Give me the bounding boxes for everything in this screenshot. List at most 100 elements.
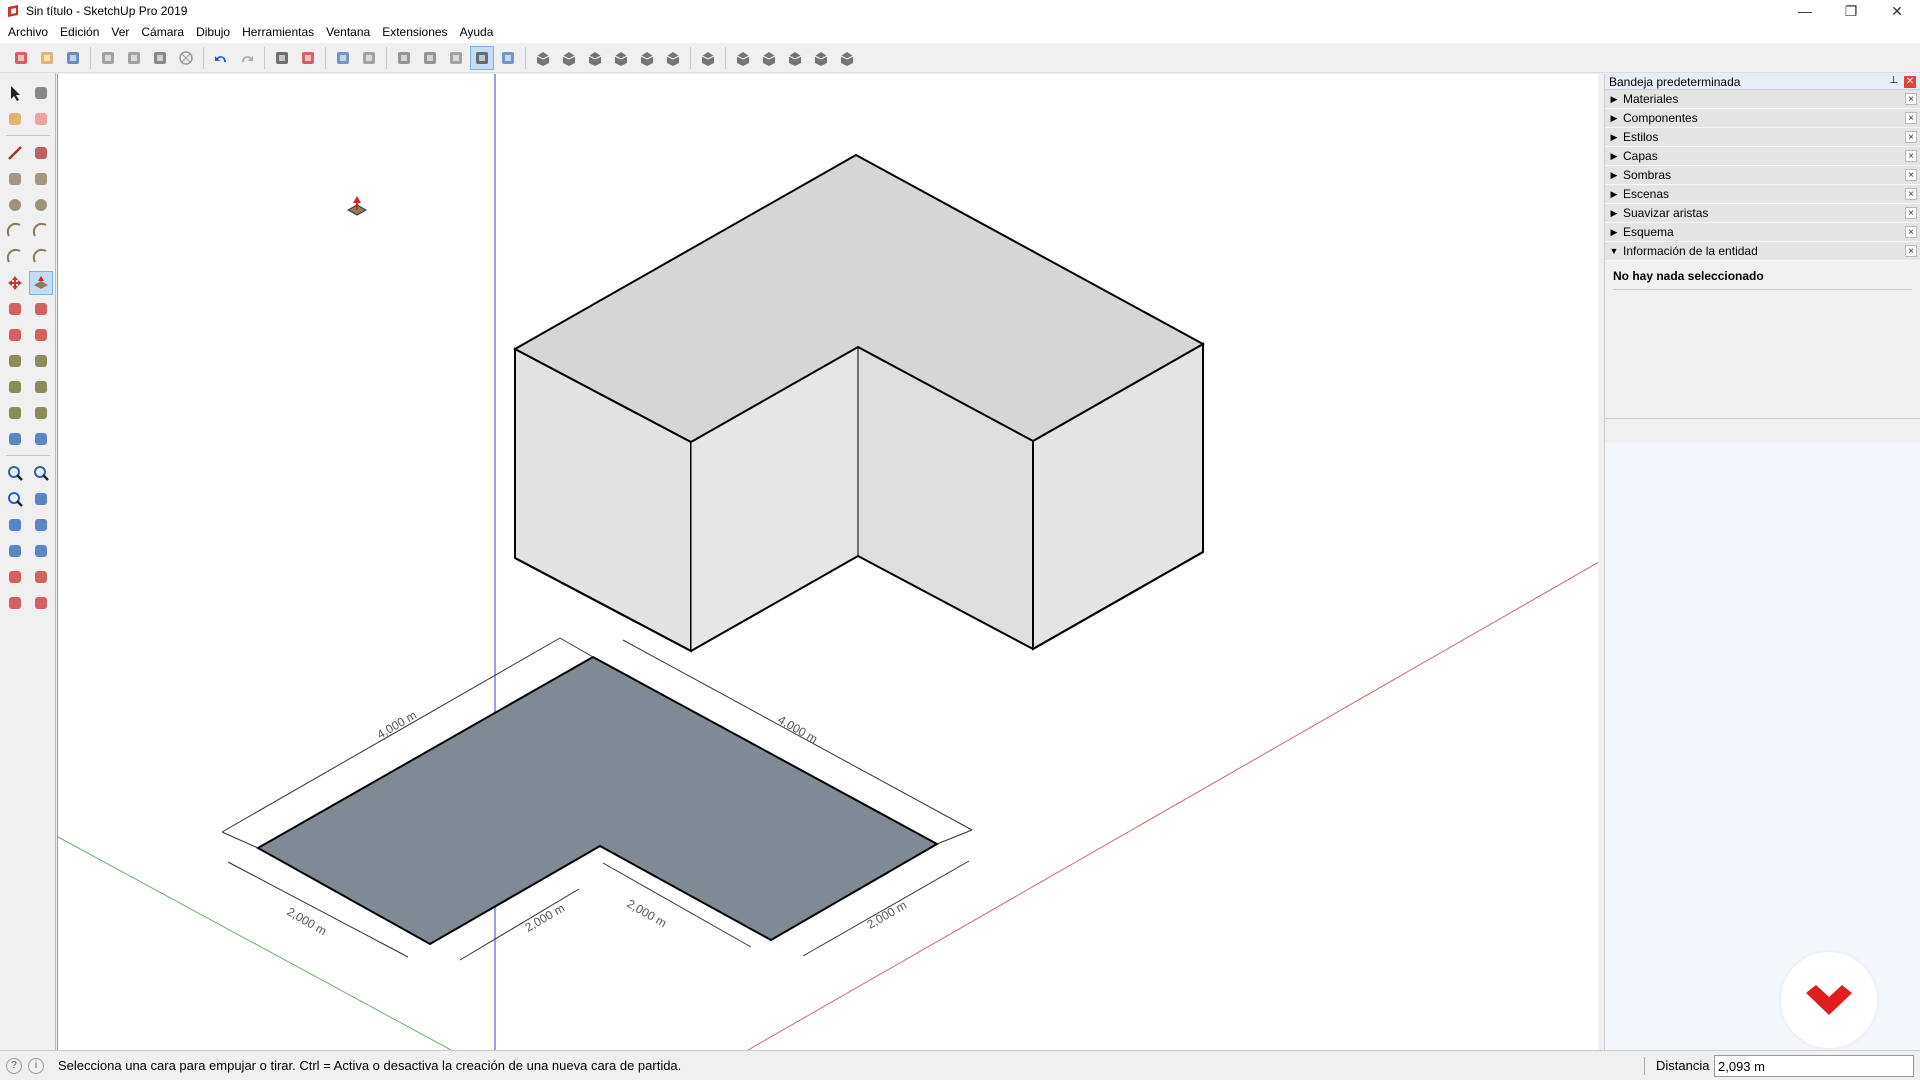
text-icon[interactable] xyxy=(29,375,53,399)
tray-close-button[interactable]: ✕ xyxy=(1904,76,1916,88)
freehand-icon[interactable] xyxy=(29,141,53,165)
circle-icon[interactable] xyxy=(3,193,27,217)
menu-dibujo[interactable]: Dibujo xyxy=(190,22,236,43)
move-icon[interactable] xyxy=(3,271,27,295)
back-edges-icon[interactable] xyxy=(357,46,381,70)
look-around-icon[interactable] xyxy=(29,513,53,537)
left-view-icon[interactable] xyxy=(661,46,685,70)
panel-close-icon[interactable]: × xyxy=(1905,207,1917,219)
pin-icon[interactable]: ⊥ xyxy=(1889,75,1898,86)
print-icon[interactable] xyxy=(270,46,294,70)
info-icon[interactable]: i xyxy=(28,1057,44,1074)
tray-panel-componentes[interactable]: ▶ Componentes × xyxy=(1605,109,1920,128)
scale-icon[interactable] xyxy=(3,323,27,347)
warehouse-icon[interactable] xyxy=(696,46,720,70)
component-icon[interactable] xyxy=(29,81,53,105)
tray-panel-esquema[interactable]: ▶ Esquema × xyxy=(1605,223,1920,242)
tray-panel-escenas[interactable]: ▶ Escenas × xyxy=(1605,185,1920,204)
measurements-input[interactable] xyxy=(1714,1055,1914,1077)
eraser-icon[interactable] xyxy=(29,107,53,131)
zoom-extents-icon[interactable] xyxy=(3,487,27,511)
component-icon[interactable] xyxy=(835,46,859,70)
wireframe-icon[interactable] xyxy=(392,46,416,70)
menu-ver[interactable]: Ver xyxy=(105,22,135,43)
panel-close-icon[interactable]: × xyxy=(1905,169,1917,181)
extension-warehouse-icon[interactable] xyxy=(731,46,755,70)
tray-panel-informaci-n-de-la-entidad[interactable]: ▼ Información de la entidad × xyxy=(1605,242,1920,261)
3d-text-icon[interactable] xyxy=(29,401,53,425)
triangle-right-icon[interactable]: ▶ xyxy=(1605,189,1623,200)
save-icon[interactable] xyxy=(61,46,85,70)
triangle-right-icon[interactable]: ▶ xyxy=(1605,227,1623,238)
minimize-button[interactable]: — xyxy=(1782,0,1828,22)
copy-icon[interactable] xyxy=(122,46,146,70)
hidden-line-icon[interactable] xyxy=(418,46,442,70)
right-view-icon[interactable] xyxy=(609,46,633,70)
previous-view-icon[interactable] xyxy=(29,487,53,511)
axes-icon[interactable] xyxy=(3,401,27,425)
menu-camara[interactable]: Cámara xyxy=(135,22,190,43)
rectangle-icon[interactable] xyxy=(3,167,27,191)
geo-location-icon[interactable]: ? xyxy=(6,1057,22,1074)
zoom-window-icon[interactable] xyxy=(29,461,53,485)
panel-close-icon[interactable]: × xyxy=(1905,150,1917,162)
tray-panel-suavizar-aristas[interactable]: ▶ Suavizar aristas × xyxy=(1605,204,1920,223)
redo-icon[interactable] xyxy=(235,46,259,70)
dimension-icon[interactable] xyxy=(29,349,53,373)
top-view-icon[interactable] xyxy=(557,46,581,70)
tray-panel-estilos[interactable]: ▶ Estilos × xyxy=(1605,128,1920,147)
select-icon[interactable] xyxy=(3,81,27,105)
protractor-icon[interactable] xyxy=(3,375,27,399)
position-camera-icon[interactable] xyxy=(3,513,27,537)
rotated-rectangle-icon[interactable] xyxy=(29,167,53,191)
iso-view-icon[interactable] xyxy=(531,46,555,70)
front-view-icon[interactable] xyxy=(583,46,607,70)
menu-ventana[interactable]: Ventana xyxy=(320,22,376,43)
panel-close-icon[interactable]: × xyxy=(1905,112,1917,124)
pan-icon[interactable] xyxy=(29,427,53,451)
panel-close-icon[interactable]: × xyxy=(1905,131,1917,143)
follow-me-icon[interactable] xyxy=(29,297,53,321)
section-plane-icon[interactable] xyxy=(29,539,53,563)
offset-icon[interactable] xyxy=(29,323,53,347)
triangle-right-icon[interactable]: ▶ xyxy=(1605,132,1623,143)
share-icon[interactable] xyxy=(809,46,833,70)
polygon-icon[interactable] xyxy=(29,193,53,217)
push-pull-icon[interactable] xyxy=(29,271,53,295)
erase-icon[interactable] xyxy=(174,46,198,70)
triangle-down-icon[interactable]: ▼ xyxy=(1605,246,1623,256)
rotate-icon[interactable] xyxy=(3,297,27,321)
xray-icon[interactable] xyxy=(331,46,355,70)
cut-icon[interactable] xyxy=(96,46,120,70)
panel-close-icon[interactable]: × xyxy=(1905,245,1917,257)
tape-measure-icon[interactable] xyxy=(3,349,27,373)
l-shape-face[interactable] xyxy=(255,655,940,946)
close-button[interactable]: ✕ xyxy=(1874,0,1920,22)
zoom-icon[interactable] xyxy=(3,461,27,485)
orbit-icon[interactable] xyxy=(3,427,27,451)
restore-button[interactable]: ❐ xyxy=(1828,0,1874,22)
extension-icon[interactable] xyxy=(3,591,27,615)
pie-icon[interactable] xyxy=(29,245,53,269)
triangle-right-icon[interactable]: ▶ xyxy=(1605,170,1623,181)
three-point-arc-icon[interactable] xyxy=(3,245,27,269)
extruded-l-shape[interactable] xyxy=(512,153,1206,653)
menu-herramientas[interactable]: Herramientas xyxy=(236,22,320,43)
monochrome-icon[interactable] xyxy=(496,46,520,70)
triangle-right-icon[interactable]: ▶ xyxy=(1605,94,1623,105)
shaded-icon[interactable] xyxy=(444,46,468,70)
open-icon[interactable] xyxy=(35,46,59,70)
model-info-icon[interactable] xyxy=(296,46,320,70)
panel-close-icon[interactable]: × xyxy=(1905,93,1917,105)
model-canvas[interactable]: 4,000 m 4,000 m 2,000 m 2,000 m 2,000 m … xyxy=(58,74,1598,1050)
arc-icon[interactable] xyxy=(3,219,27,243)
line-icon[interactable] xyxy=(3,141,27,165)
panel-close-icon[interactable]: × xyxy=(1905,226,1917,238)
menu-extensiones[interactable]: Extensiones xyxy=(376,22,453,43)
undo-icon[interactable] xyxy=(209,46,233,70)
tray-panel-sombras[interactable]: ▶ Sombras × xyxy=(1605,166,1920,185)
triangle-right-icon[interactable]: ▶ xyxy=(1605,208,1623,219)
layout-icon[interactable] xyxy=(757,46,781,70)
menu-edicion[interactable]: Edición xyxy=(54,22,105,43)
panel-close-icon[interactable]: × xyxy=(1905,188,1917,200)
